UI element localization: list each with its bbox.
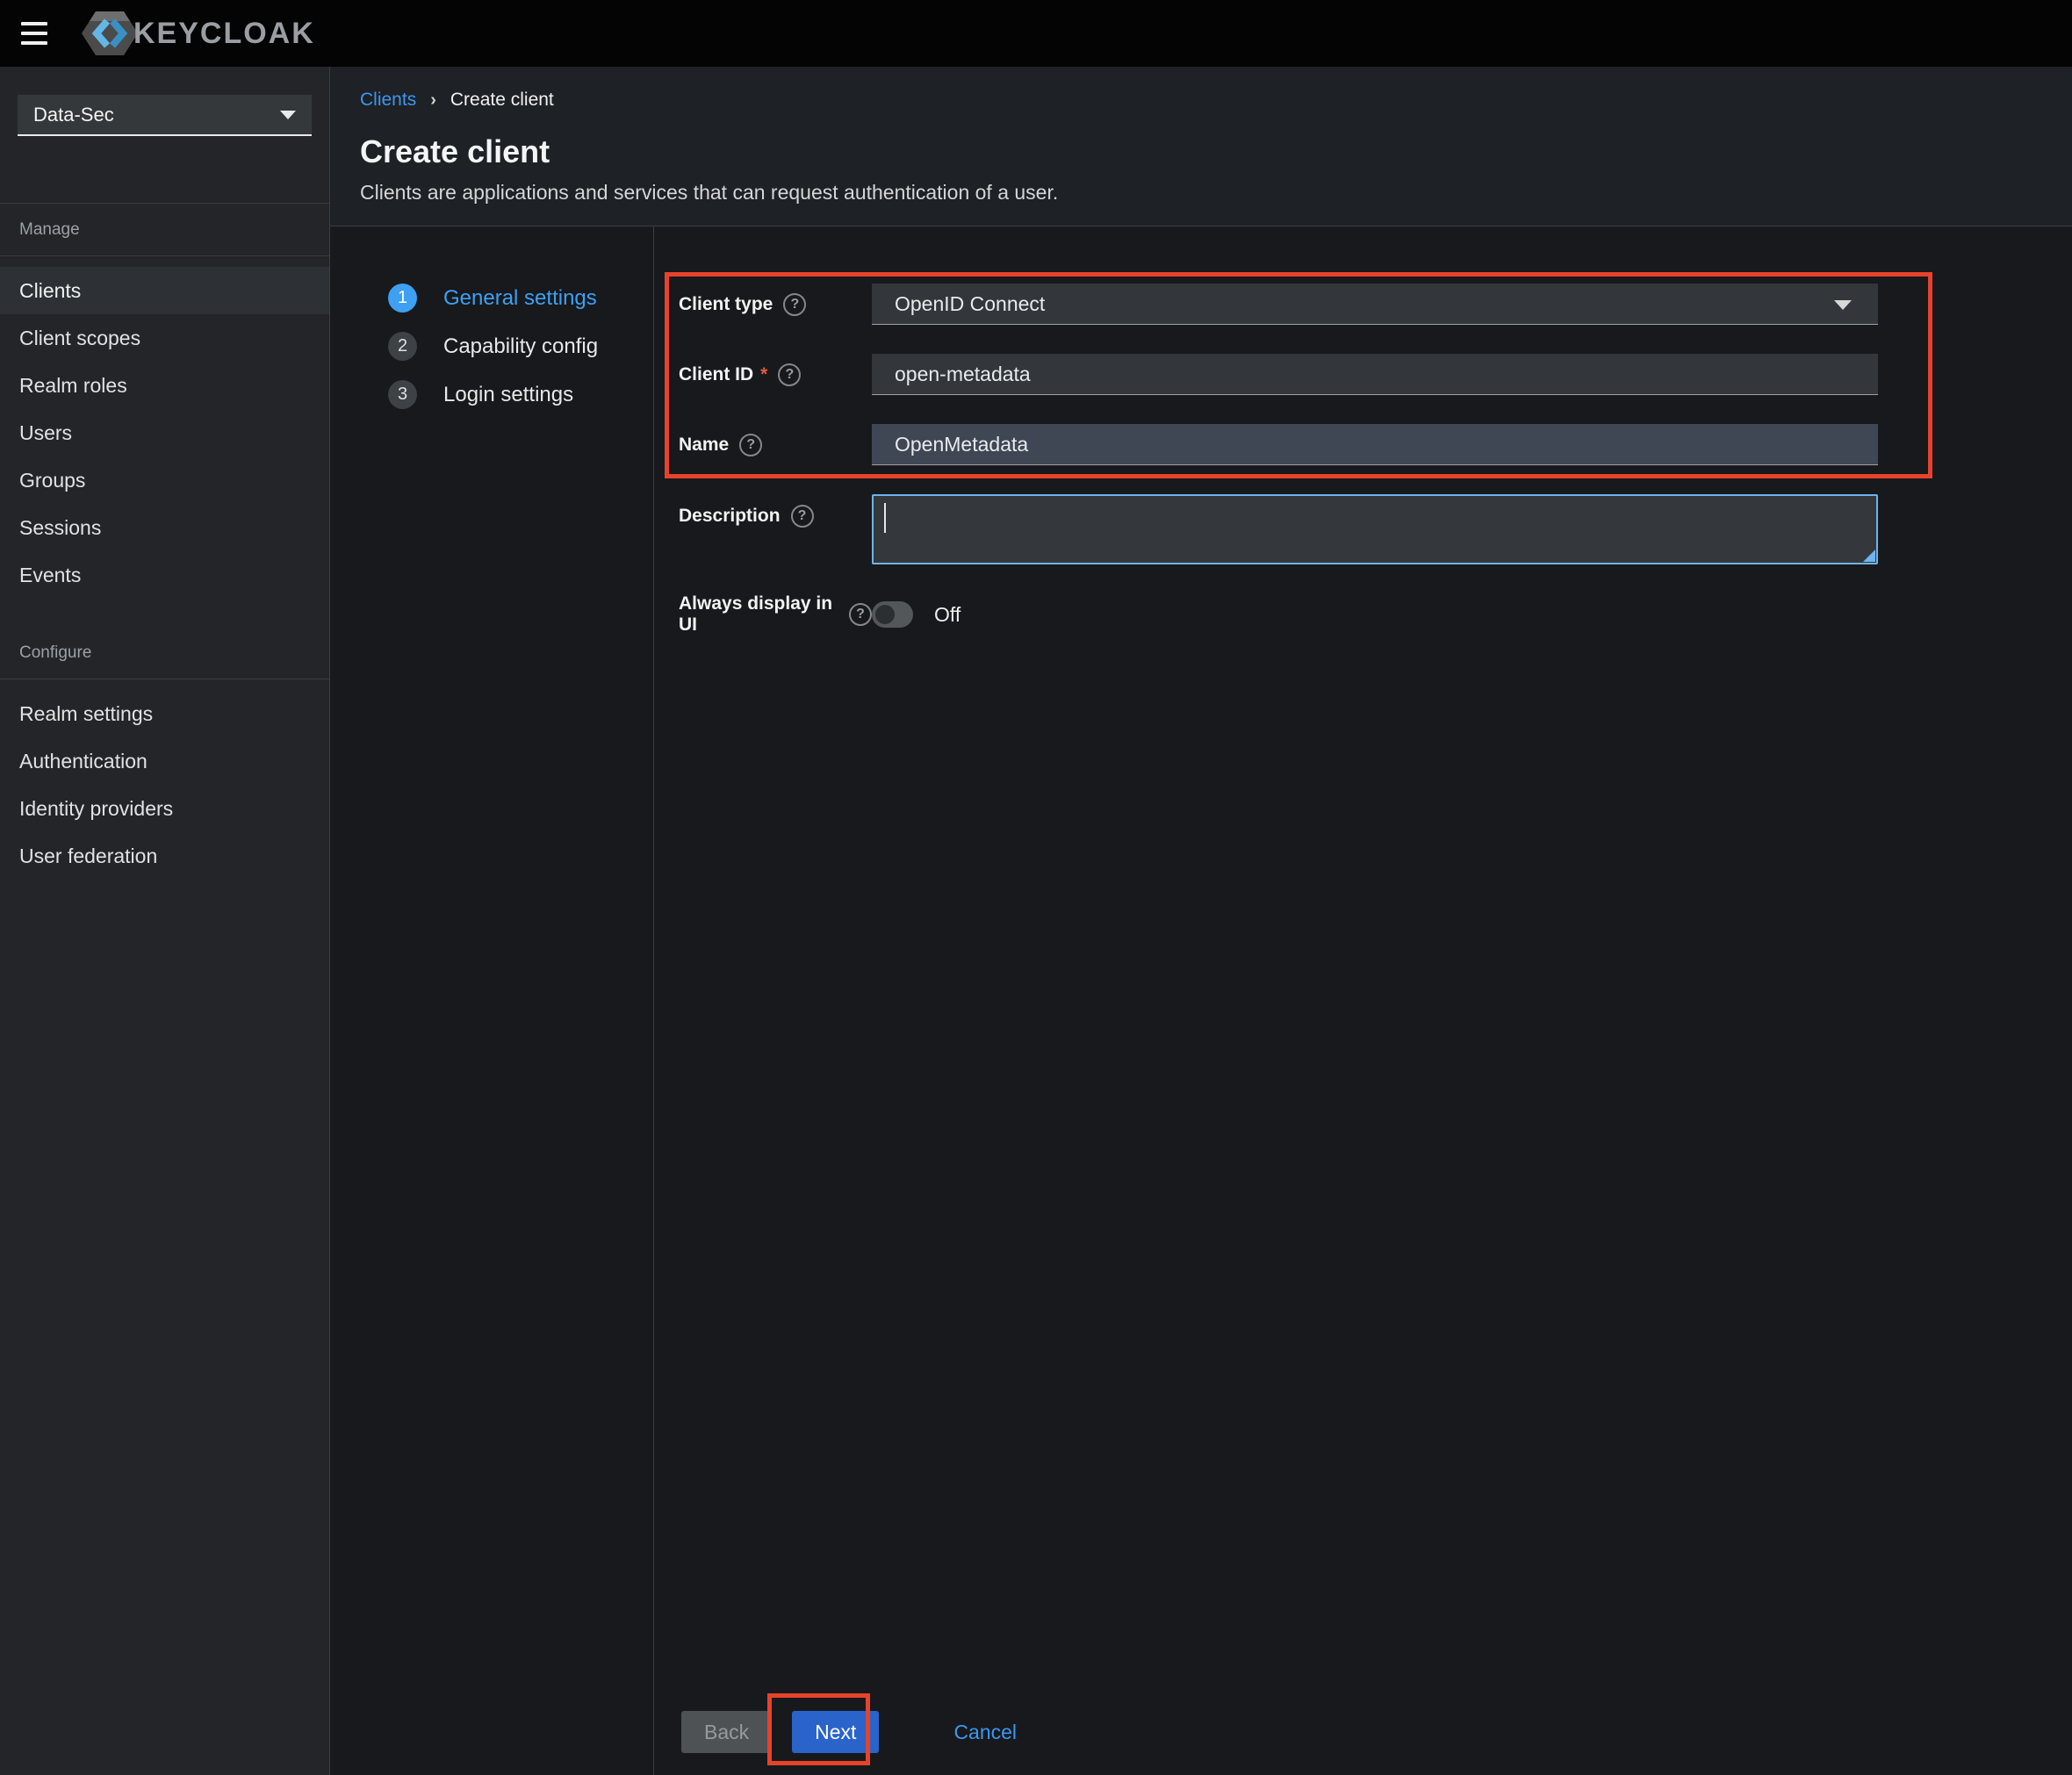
always-display-row: Always display in UI ? Off — [679, 593, 1878, 636]
client-id-label: Client ID — [679, 364, 753, 385]
configure-nav-list: Realm settings Authentication Identity p… — [0, 690, 329, 880]
general-settings-form: Client type ? OpenID Connect Client ID *… — [653, 226, 2072, 1775]
client-id-row: Client ID * ? — [679, 354, 1878, 395]
always-display-label: Always display in UI — [679, 593, 838, 636]
chevron-down-icon — [1834, 300, 1852, 310]
page-header: Clients › Create client Create client Cl… — [330, 67, 2072, 226]
create-client-wizard: 1 General settings 2 Capability config 3… — [330, 226, 2072, 1775]
wizard-step-capability-config[interactable]: 2 Capability config — [388, 332, 653, 361]
realm-selector-dropdown[interactable]: Data-Sec — [18, 95, 312, 136]
breadcrumb-chevron-icon: › — [430, 90, 436, 111]
sidebar-item-realm-settings[interactable]: Realm settings — [0, 690, 329, 737]
sidebar-item-groups[interactable]: Groups — [0, 456, 329, 504]
realm-name: Data-Sec — [33, 104, 114, 126]
required-asterisk: * — [760, 364, 767, 385]
help-icon[interactable]: ? — [778, 363, 801, 386]
sidebar-item-clients[interactable]: Clients — [0, 267, 329, 314]
wizard-step-login-settings[interactable]: 3 Login settings — [388, 380, 653, 409]
sidebar-item-user-federation[interactable]: User federation — [0, 832, 329, 880]
help-icon[interactable]: ? — [783, 293, 806, 316]
step-number-badge: 2 — [388, 332, 417, 361]
sidebar-item-identity-providers[interactable]: Identity providers — [0, 785, 329, 832]
resize-handle[interactable] — [1863, 550, 1875, 562]
masthead: KEYCLOAK — [0, 0, 2072, 67]
toggle-state-label: Off — [934, 603, 960, 627]
client-id-input[interactable] — [872, 354, 1878, 395]
step-number-badge: 1 — [388, 284, 417, 313]
sidebar: Data-Sec Manage Clients Client scopes Re… — [0, 67, 330, 1775]
client-type-label: Client type — [679, 294, 773, 315]
text-cursor — [884, 503, 886, 533]
main-content: Clients › Create client Create client Cl… — [330, 67, 2072, 1775]
sidebar-item-realm-roles[interactable]: Realm roles — [0, 362, 329, 409]
name-input[interactable] — [872, 424, 1878, 465]
page-subtitle: Clients are applications and services th… — [360, 181, 2072, 205]
chevron-down-icon — [280, 111, 296, 119]
breadcrumb-current: Create client — [450, 90, 554, 111]
manage-nav-list: Clients Client scopes Realm roles Users … — [0, 267, 329, 599]
wizard-footer: Back Next Cancel — [681, 1711, 1017, 1753]
help-icon[interactable]: ? — [791, 505, 814, 528]
description-textarea[interactable] — [872, 494, 1878, 564]
nav-group-manage: Manage — [0, 204, 329, 256]
name-label: Name — [679, 435, 729, 456]
sidebar-item-events[interactable]: Events — [0, 551, 329, 599]
toggle-knob — [875, 605, 895, 624]
breadcrumb: Clients › Create client — [360, 90, 2072, 111]
help-icon[interactable]: ? — [739, 434, 762, 456]
description-label: Description — [679, 506, 781, 527]
wizard-steps-nav: 1 General settings 2 Capability config 3… — [330, 226, 653, 1775]
description-row: Description ? — [679, 494, 1878, 564]
sidebar-item-authentication[interactable]: Authentication — [0, 737, 329, 785]
client-type-row: Client type ? OpenID Connect — [679, 284, 1878, 325]
keycloak-hexagon-icon — [81, 8, 139, 59]
sidebar-item-sessions[interactable]: Sessions — [0, 504, 329, 551]
name-row: Name ? — [679, 424, 1878, 465]
sidebar-item-client-scopes[interactable]: Client scopes — [0, 314, 329, 362]
help-icon[interactable]: ? — [849, 603, 872, 626]
next-button[interactable]: Next — [792, 1711, 879, 1753]
page-title: Create client — [360, 133, 2072, 170]
always-display-toggle[interactable] — [872, 601, 913, 628]
step-number-badge: 3 — [388, 380, 417, 409]
nav-group-configure: Configure — [0, 627, 329, 679]
logo-text: KEYCLOAK — [133, 17, 315, 51]
keycloak-logo: KEYCLOAK — [81, 8, 315, 59]
wizard-step-general-settings[interactable]: 1 General settings — [388, 284, 653, 313]
cancel-link[interactable]: Cancel — [953, 1721, 1017, 1744]
client-type-select[interactable]: OpenID Connect — [872, 284, 1878, 325]
realm-section: Data-Sec — [0, 95, 329, 204]
hamburger-menu-icon[interactable] — [21, 22, 49, 45]
breadcrumb-clients-link[interactable]: Clients — [360, 90, 416, 111]
back-button[interactable]: Back — [681, 1711, 772, 1753]
sidebar-item-users[interactable]: Users — [0, 409, 329, 456]
